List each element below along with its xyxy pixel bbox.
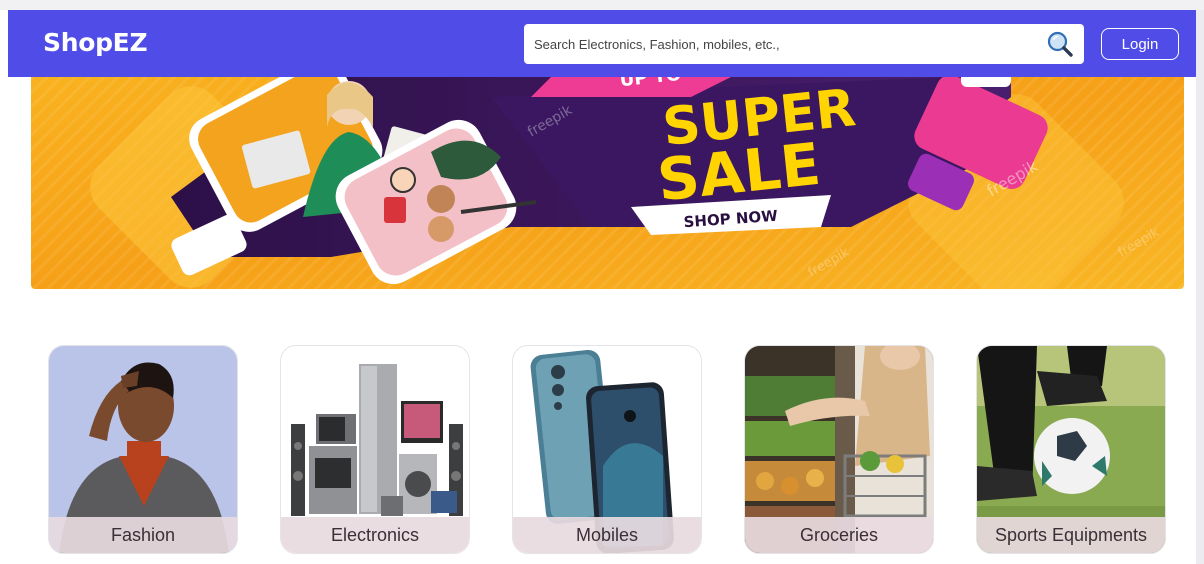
scrollbar-track[interactable] xyxy=(1196,10,1204,564)
brand-logo[interactable]: ShopEZ xyxy=(43,28,148,57)
category-label: Mobiles xyxy=(513,517,701,553)
category-label: Groceries xyxy=(745,517,933,553)
category-label: Fashion xyxy=(49,517,237,553)
category-list: Fashion Electronics Mobiles Groceries Sp… xyxy=(48,345,1168,555)
login-button[interactable]: Login xyxy=(1101,28,1179,60)
category-card-mobiles[interactable]: Mobiles xyxy=(512,345,702,554)
category-label: Electronics xyxy=(281,517,469,553)
search-icon[interactable] xyxy=(1046,30,1074,58)
navbar: ShopEZ Login xyxy=(8,10,1196,77)
search-input[interactable] xyxy=(524,24,1034,64)
browser-top-strip xyxy=(0,0,1204,10)
category-card-fashion[interactable]: Fashion xyxy=(48,345,238,554)
search-bar xyxy=(524,24,1084,64)
category-card-sports-equipments[interactable]: Sports Equipments xyxy=(976,345,1166,554)
page: ShopEZ Login xyxy=(0,0,1204,564)
promo-banner[interactable]: SUPER SALE UP TO SHOP NOW freepik freepi… xyxy=(31,77,1184,289)
category-card-groceries[interactable]: Groceries xyxy=(744,345,934,554)
category-card-electronics[interactable]: Electronics xyxy=(280,345,470,554)
category-label: Sports Equipments xyxy=(977,517,1165,553)
